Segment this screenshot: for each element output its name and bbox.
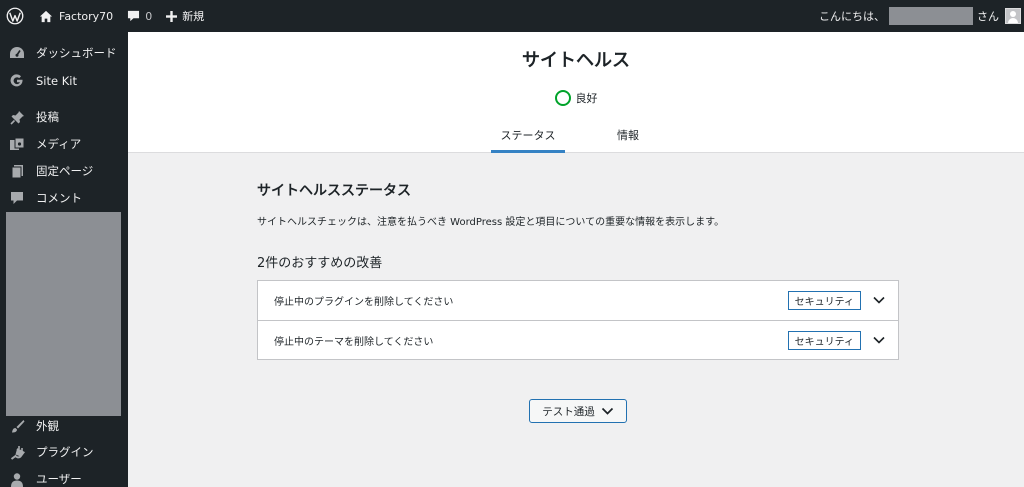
issue-title: 停止中のテーマを削除してください [274, 336, 434, 348]
comment-icon [6, 188, 28, 208]
redacted-menu-block [6, 212, 121, 416]
score-circle-icon [554, 90, 571, 106]
admin-sidebar: ダッシュボード Site Kit 投稿 メディア 固定ページ コメント 外観 プ… [0, 32, 128, 487]
plus-icon [166, 10, 178, 22]
sidebar-item-pages[interactable]: 固定ページ [0, 158, 128, 184]
sidebar-item-label: ダッシュボード [36, 46, 117, 60]
tab-status[interactable]: ステータス [491, 120, 565, 153]
issue-badge: セキュリティ [787, 331, 861, 350]
google-g-icon [6, 71, 28, 91]
media-icon [6, 134, 28, 154]
dashboard-icon [6, 43, 28, 63]
sidebar-item-dashboard[interactable]: ダッシュボード [0, 40, 128, 66]
paintbrush-icon [6, 416, 28, 436]
tab-info[interactable]: 情報 [598, 120, 658, 153]
site-name: Factory70 [59, 9, 114, 23]
section-description: サイトヘルスチェックは、注意を払うべき WordPress 設定と項目についての… [257, 217, 725, 228]
wordpress-logo-button[interactable] [0, 0, 32, 32]
issue-row[interactable]: 停止中のプラグインを削除してください セキュリティ [258, 281, 898, 320]
comment-bubble-icon [128, 10, 140, 22]
sidebar-item-plugins[interactable]: プラグイン [0, 439, 128, 465]
sidebar-item-site-kit[interactable]: Site Kit [0, 68, 128, 94]
sidebar-item-label: ユーザー [36, 472, 82, 486]
greeting-suffix: さん [977, 10, 999, 23]
sidebar-item-users[interactable]: ユーザー [0, 466, 128, 487]
pushpin-icon [6, 107, 28, 127]
sidebar-item-comments[interactable]: コメント [0, 185, 128, 211]
issue-badge: セキュリティ [787, 291, 861, 310]
issue-title: 停止中のプラグインを削除してください [274, 297, 454, 308]
sidebar-item-label: 投稿 [36, 110, 59, 124]
sidebar-item-label: メディア [36, 137, 82, 151]
section-title: サイトヘルスステータス [257, 183, 411, 199]
sidebar-item-appearance[interactable]: 外観 [0, 413, 128, 439]
avatar[interactable] [1005, 8, 1021, 24]
new-content-menu[interactable]: 新規 [159, 0, 211, 32]
admin-bar: Factory70 0 新規 こんにちは、 さん [0, 0, 1024, 32]
sidebar-item-label: プラグイン [36, 445, 94, 459]
tab-bar: ステータス 情報 [128, 120, 1024, 153]
page-title: サイトヘルス [522, 50, 630, 71]
sidebar-item-media[interactable]: メディア [0, 131, 128, 157]
chevron-down-icon[interactable] [872, 294, 886, 306]
sidebar-item-posts[interactable]: 投稿 [0, 104, 128, 130]
comments-count: 0 [145, 9, 153, 23]
chevron-down-icon[interactable] [872, 334, 886, 346]
user-icon [6, 469, 28, 487]
plugin-icon [6, 442, 28, 462]
sidebar-item-label: 外観 [36, 419, 59, 433]
comments-link[interactable]: 0 [120, 0, 159, 32]
passed-tests-label: テスト通過 [542, 405, 595, 418]
wordpress-logo-icon [6, 7, 24, 25]
my-account-menu[interactable]: こんにちは、 さん [819, 0, 1024, 32]
issues-accordion: 停止中のプラグインを削除してください セキュリティ 停止中のテーマを削除してくだ… [257, 280, 899, 360]
page-icon [6, 161, 28, 181]
sidebar-item-label: コメント [36, 191, 82, 205]
site-health-header: サイトヘルス 良好 ステータス 情報 [128, 32, 1024, 153]
greeting-text: こんにちは、 [819, 10, 885, 23]
passed-tests-button[interactable]: テスト通過 [529, 399, 627, 423]
issues-heading: 2件のおすすめの改善 [257, 256, 383, 271]
score-label: 良好 [575, 92, 598, 105]
home-icon [39, 10, 53, 22]
site-name-link[interactable]: Factory70 [32, 0, 120, 32]
sidebar-item-label: Site Kit [36, 74, 77, 88]
health-score: 良好 [128, 90, 1024, 106]
redacted-username [889, 7, 973, 25]
issue-row[interactable]: 停止中のテーマを削除してください セキュリティ [258, 320, 898, 359]
new-label: 新規 [182, 10, 205, 23]
sidebar-item-label: 固定ページ [36, 164, 94, 178]
chevron-down-icon [601, 407, 613, 415]
